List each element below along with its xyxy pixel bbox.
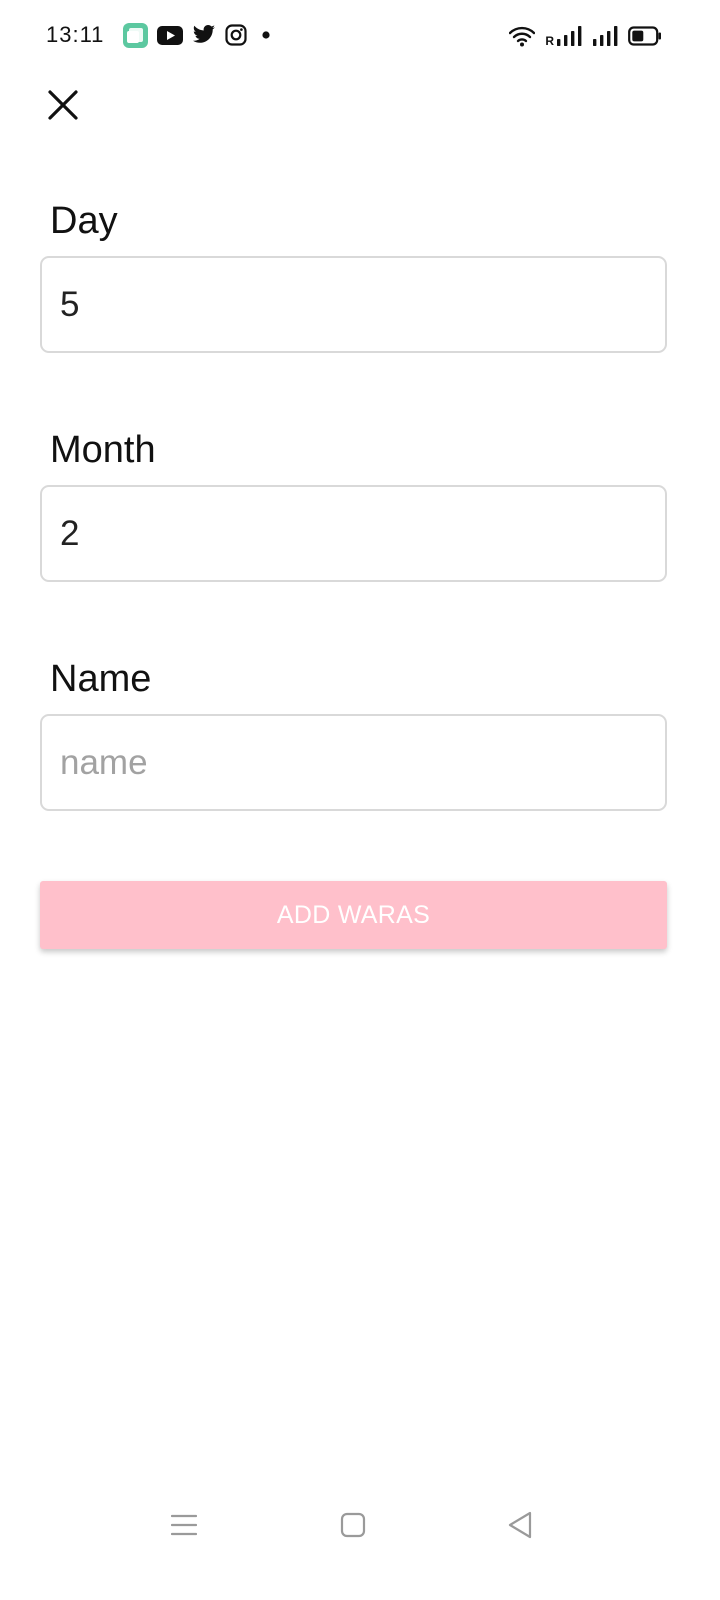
more-dot-icon <box>262 31 270 39</box>
roaming-indicator: R <box>545 34 554 48</box>
close-button[interactable] <box>40 82 86 128</box>
name-input[interactable] <box>42 716 665 809</box>
recent-apps-button[interactable] <box>154 1500 214 1550</box>
name-field <box>40 714 667 811</box>
battery-icon <box>628 26 661 46</box>
signal-roaming: R <box>545 26 582 48</box>
close-icon <box>48 90 78 120</box>
month-input[interactable] <box>42 487 665 580</box>
signal-icon <box>557 26 582 46</box>
system-icons: R <box>509 24 662 48</box>
month-label: Month <box>50 429 156 471</box>
month-field <box>40 485 667 582</box>
add-waras-button[interactable]: ADD WARAS <box>40 881 667 949</box>
battery-fill <box>632 30 644 42</box>
menu-icon <box>171 1514 197 1536</box>
signal-icon <box>593 26 618 46</box>
day-label: Day <box>50 200 118 242</box>
twitter-icon <box>193 25 215 43</box>
status-time: 13:11 <box>46 22 105 47</box>
youtube-icon <box>157 25 183 45</box>
back-button[interactable] <box>490 1500 550 1550</box>
wifi-icon <box>509 26 536 47</box>
instagram-icon <box>225 24 247 46</box>
status-bar: 13:11 R <box>0 0 720 72</box>
home-icon <box>340 1512 366 1538</box>
back-icon <box>508 1511 532 1539</box>
day-field <box>40 256 667 353</box>
app-notification-icon <box>123 22 148 48</box>
day-input[interactable] <box>42 258 665 351</box>
home-button[interactable] <box>323 1500 383 1550</box>
name-label: Name <box>50 658 152 700</box>
navigation-bar <box>0 1490 720 1560</box>
notification-icons <box>123 22 274 48</box>
